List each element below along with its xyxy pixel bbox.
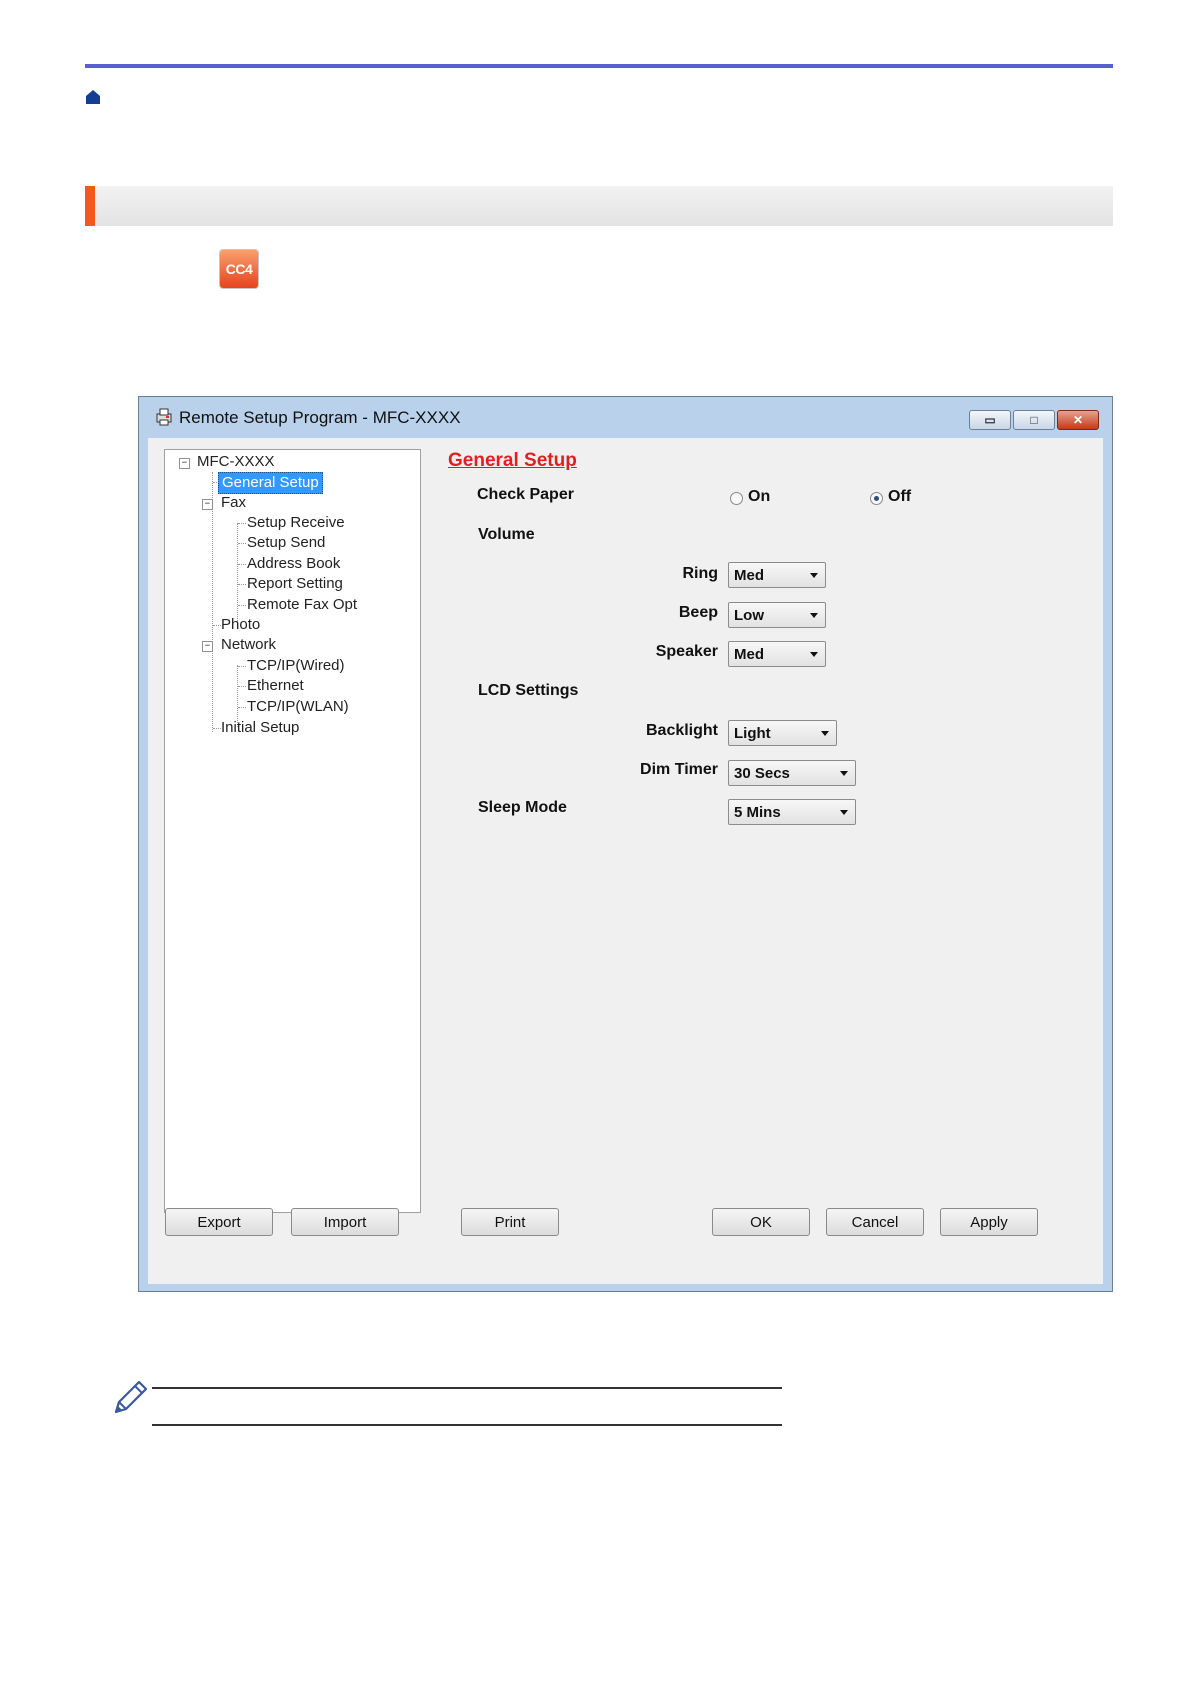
ring-volume-select[interactable]: Med: [728, 562, 826, 588]
tree-item-photo[interactable]: Photo: [221, 615, 260, 635]
collapse-toggle[interactable]: −: [179, 458, 190, 469]
sleep-mode-select[interactable]: 5 Mins: [728, 799, 856, 825]
sleep-mode-value: 5 Mins: [734, 804, 781, 821]
beep-volume-value: Low: [734, 607, 764, 624]
tree-item-initial-setup[interactable]: Initial Setup: [221, 718, 299, 738]
ring-label: Ring: [682, 565, 718, 582]
window-client-area: − MFC-XXXX General Setup − Fax Setup Rec…: [148, 438, 1103, 1284]
apply-button[interactable]: Apply: [940, 1208, 1038, 1236]
lcd-settings-label: LCD Settings: [478, 682, 579, 699]
collapse-toggle[interactable]: −: [202, 641, 213, 652]
control-center-icon[interactable]: CC4: [220, 250, 258, 288]
dropdown-arrow-icon: [810, 573, 818, 578]
note-bottom-rule: [152, 1424, 782, 1426]
tree-item-setup-send[interactable]: Setup Send: [247, 533, 325, 553]
backlight-select[interactable]: Light: [728, 720, 837, 746]
dim-timer-value: 30 Secs: [734, 765, 790, 782]
beep-volume-select[interactable]: Low: [728, 602, 826, 628]
tree-item-network[interactable]: Network: [221, 635, 276, 655]
ok-button[interactable]: OK: [712, 1208, 810, 1236]
dim-timer-label: Dim Timer: [640, 761, 718, 778]
maximize-button[interactable]: □: [1013, 410, 1055, 430]
tree-item-tcpip-wlan[interactable]: TCP/IP(WLAN): [247, 697, 349, 717]
dropdown-arrow-icon: [810, 652, 818, 657]
speaker-label: Speaker: [655, 643, 718, 660]
dropdown-arrow-icon: [821, 731, 829, 736]
speaker-volume-value: Med: [734, 646, 764, 663]
tree-line: [212, 472, 213, 732]
tree-line: [213, 728, 221, 729]
close-button[interactable]: ✕: [1057, 410, 1099, 430]
tree-line: [238, 686, 246, 687]
import-button[interactable]: Import: [291, 1208, 399, 1236]
form-title: General Setup: [448, 450, 577, 471]
tree-line: [238, 707, 246, 708]
dim-timer-select[interactable]: 30 Secs: [728, 760, 856, 786]
check-paper-off-radio[interactable]: [870, 492, 883, 505]
tree-root-device[interactable]: MFC-XXXX: [197, 452, 275, 472]
pencil-note-icon: [114, 1380, 148, 1414]
section-heading-accent: [85, 186, 95, 226]
tree-line: [213, 625, 221, 626]
minimize-button[interactable]: ▭: [969, 410, 1011, 430]
dropdown-arrow-icon: [840, 771, 848, 776]
window-title: Remote Setup Program - MFC-XXXX: [179, 408, 461, 427]
tree-line: [238, 605, 246, 606]
tree-item-fax[interactable]: Fax: [221, 493, 246, 513]
check-paper-off-label[interactable]: Off: [888, 488, 911, 506]
print-button[interactable]: Print: [461, 1208, 559, 1236]
home-icon[interactable]: [85, 89, 101, 105]
check-paper-on-radio[interactable]: [730, 492, 743, 505]
tree-line: [238, 543, 246, 544]
tree-line: [237, 523, 238, 627]
sleep-mode-label: Sleep Mode: [478, 799, 567, 816]
control-center-icon-label: CC4: [225, 261, 253, 277]
tree-line: [238, 584, 246, 585]
backlight-value: Light: [734, 725, 771, 742]
tree-item-setup-receive[interactable]: Setup Receive: [247, 513, 345, 533]
tree-item-general-setup[interactable]: General Setup: [218, 472, 323, 494]
export-button[interactable]: Export: [165, 1208, 273, 1236]
printer-app-icon: [156, 408, 172, 426]
tree-line: [238, 564, 246, 565]
cancel-button[interactable]: Cancel: [826, 1208, 924, 1236]
speaker-volume-select[interactable]: Med: [728, 641, 826, 667]
beep-label: Beep: [678, 604, 718, 621]
note-top-rule: [152, 1387, 782, 1389]
remote-setup-window: Remote Setup Program - MFC-XXXX ▭ □ ✕ − …: [138, 396, 1113, 1292]
header-rule: [85, 64, 1113, 68]
volume-label: Volume: [478, 526, 535, 543]
tree-item-address-book[interactable]: Address Book: [247, 554, 340, 574]
collapse-toggle[interactable]: −: [202, 499, 213, 510]
ring-volume-value: Med: [734, 567, 764, 584]
tree-item-report-setting[interactable]: Report Setting: [247, 574, 343, 594]
dropdown-arrow-icon: [840, 810, 848, 815]
tree-line: [238, 523, 246, 524]
backlight-label: Backlight: [645, 722, 718, 739]
tree-item-tcpip-wired[interactable]: TCP/IP(Wired): [247, 656, 345, 676]
tree-item-remote-fax-opt[interactable]: Remote Fax Opt: [247, 595, 357, 615]
check-paper-on-label[interactable]: On: [748, 488, 770, 506]
tree-line: [238, 666, 246, 667]
title-bar[interactable]: Remote Setup Program - MFC-XXXX ▭ □ ✕: [139, 397, 1112, 431]
dropdown-arrow-icon: [810, 613, 818, 618]
settings-tree[interactable]: − MFC-XXXX General Setup − Fax Setup Rec…: [164, 449, 421, 1213]
check-paper-label: Check Paper: [477, 486, 574, 503]
tree-item-ethernet[interactable]: Ethernet: [247, 676, 304, 696]
section-heading-bar: [85, 186, 1113, 226]
